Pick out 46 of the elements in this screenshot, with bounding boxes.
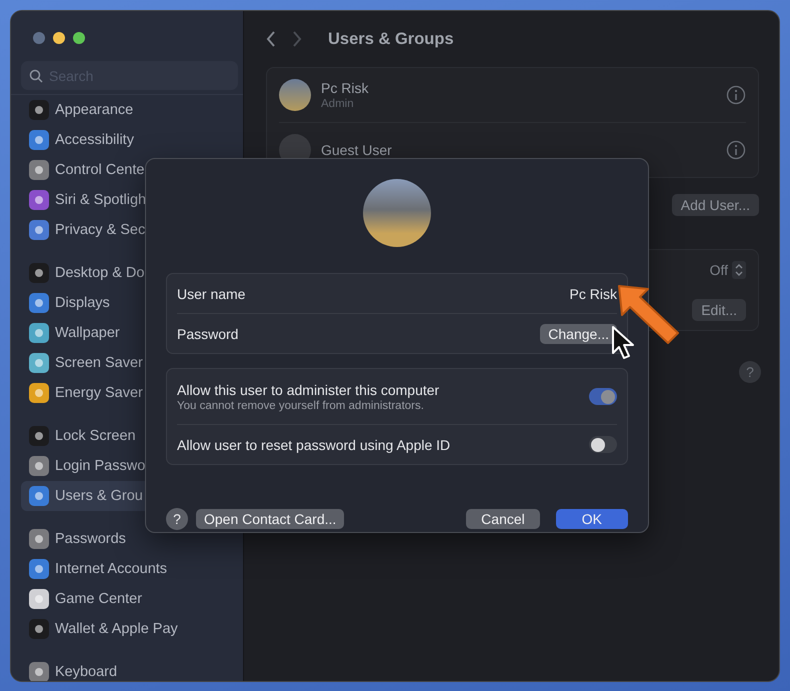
open-contact-card-button[interactable]: Open Contact Card...	[196, 509, 344, 529]
sidebar-item[interactable]: Displays	[21, 288, 118, 318]
sidebar-item[interactable]: Lock Screen	[21, 421, 144, 451]
toggle-note: You cannot remove yourself from administrators.	[177, 400, 425, 412]
toggle-label: Allow this user to administer this computer	[177, 382, 440, 398]
cursor-icon	[611, 325, 635, 361]
sidebar-item[interactable]: Wallpaper	[21, 318, 128, 348]
change-button[interactable]: Change...	[540, 324, 617, 344]
zoom-button[interactable]	[73, 32, 85, 44]
field-label: Password	[177, 326, 238, 342]
toggle-label: Allow user to reset password using Apple ID	[177, 436, 452, 452]
help-button[interactable]: ?	[166, 508, 188, 530]
add-user-button[interactable]: Add User...	[672, 194, 759, 216]
stepper-icon[interactable]	[732, 261, 746, 279]
sidebar-item[interactable]: Privacy & Sec	[21, 215, 154, 245]
toggle-switch[interactable]	[589, 436, 617, 453]
info-icon[interactable]	[726, 85, 746, 105]
info-icon[interactable]	[726, 140, 746, 160]
field-value: Pc Risk	[570, 286, 617, 302]
sidebar-item[interactable]: Energy Saver	[21, 378, 151, 408]
back-icon[interactable]	[266, 31, 276, 47]
user-role: Admin	[321, 98, 355, 110]
avatar	[279, 79, 311, 111]
sidebar-item[interactable]: Accessibility	[21, 125, 142, 155]
user-name: Pc Risk	[321, 80, 370, 96]
ok-button[interactable]: OK	[556, 509, 628, 529]
sidebar-item[interactable]: Siri & Spotligh	[21, 185, 154, 215]
sidebar-item[interactable]: Appearance	[21, 95, 142, 125]
sidebar-item[interactable]: Passwords	[21, 524, 134, 554]
sidebar-item[interactable]: Desktop & Do	[21, 258, 152, 288]
edit-button[interactable]: Edit...	[692, 299, 746, 321]
setting-value: Off	[710, 262, 728, 278]
field-label: User name	[177, 286, 246, 302]
sidebar-item[interactable]: Wallet & Apple Pay	[21, 614, 186, 644]
cancel-button[interactable]: Cancel	[466, 509, 540, 529]
window-title: Users & Groups	[328, 30, 454, 48]
user-name: Guest User	[321, 142, 393, 158]
minimize-button[interactable]	[53, 32, 65, 44]
sidebar-item[interactable]: Screen Saver	[21, 348, 151, 378]
close-button[interactable]	[33, 32, 45, 44]
sidebar-item[interactable]: Game Center	[21, 584, 150, 614]
sidebar-item[interactable]: Internet Accounts	[21, 554, 176, 584]
sidebar-item[interactable]: Login Passwo	[21, 451, 154, 481]
toggle-switch[interactable]	[589, 388, 617, 405]
sidebar-item[interactable]: Keyboard	[21, 657, 126, 681]
sidebar-item[interactable]: Control Cente	[21, 155, 152, 185]
